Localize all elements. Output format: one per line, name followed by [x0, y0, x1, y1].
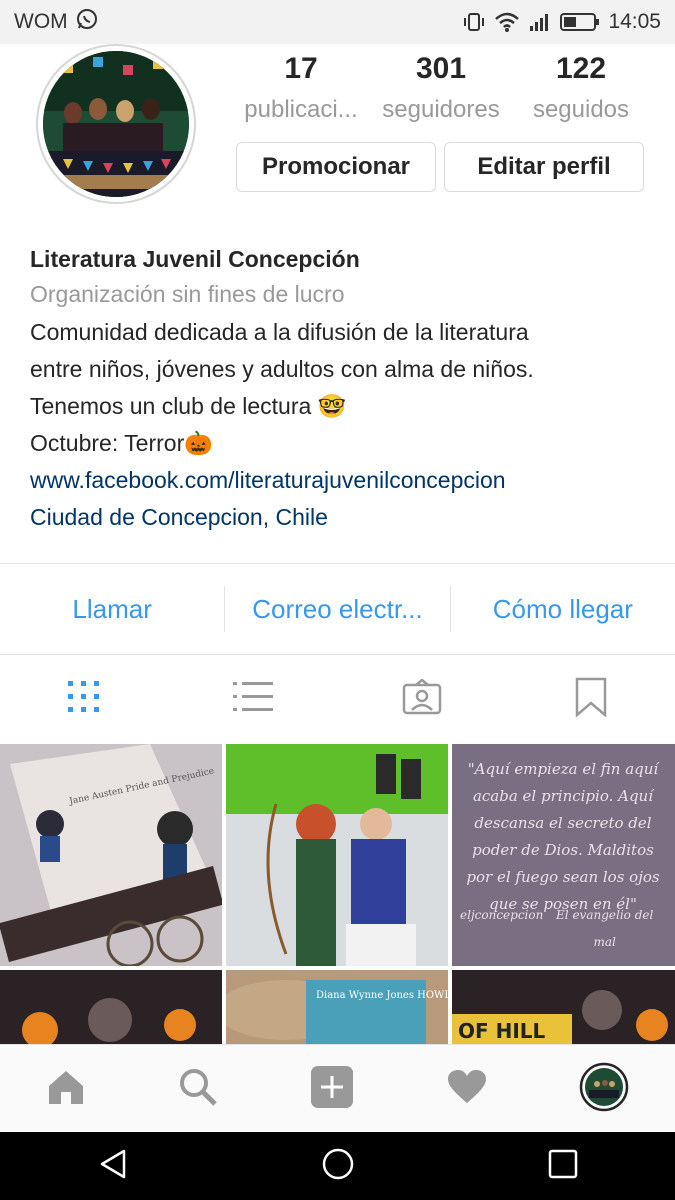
clock-label: 14:05 [608, 10, 661, 33]
directions-button[interactable]: Cómo llegar [451, 594, 675, 625]
signal-icon [528, 11, 552, 33]
book-cover-text: OF HILL [458, 1019, 546, 1043]
post-thumbnail[interactable] [0, 970, 222, 1044]
quote-post-text: "Aquí empieza el fin aquí acaba el princ… [452, 744, 674, 966]
stat-posts-value: 17 [284, 52, 318, 85]
home-icon[interactable] [46, 1068, 86, 1111]
status-bar: WOM 14:05 [0, 0, 675, 44]
bio-line: Comunidad dedicada a la difusión de la l… [30, 319, 529, 345]
search-icon[interactable] [178, 1067, 218, 1112]
edit-profile-button[interactable]: Editar perfil [444, 142, 644, 192]
carrier-label: WOM [14, 10, 68, 33]
whatsapp-icon [76, 8, 98, 36]
call-button[interactable]: Llamar [0, 594, 224, 625]
profile-avatar[interactable] [36, 44, 196, 204]
tab-saved[interactable] [506, 656, 675, 742]
website-link[interactable]: www.facebook.com/literaturajuvenilconcep… [30, 462, 650, 499]
quote-handle: eljconcepcion [460, 908, 544, 922]
heart-icon[interactable] [447, 1069, 487, 1110]
stat-posts-label: publicaci... [244, 96, 358, 123]
grid-icon [67, 680, 101, 719]
stat-followers-label: seguidores [382, 96, 500, 123]
location-link[interactable]: Ciudad de Concepcion, Chile [30, 499, 650, 536]
post-thumbnail[interactable]: Jane Austen Pride and Prejudice [0, 744, 222, 966]
profile-view-tabs [0, 656, 675, 742]
bio-line: Tenemos un club de lectura 🤓 [30, 393, 347, 419]
home-circle-icon[interactable] [321, 1147, 355, 1186]
back-icon[interactable] [96, 1147, 130, 1186]
system-navigation-bar [0, 1132, 675, 1200]
promote-button[interactable]: Promocionar [236, 142, 436, 192]
quote-post-thumbnail[interactable]: "Aquí empieza el fin aquí acaba el princ… [452, 744, 675, 966]
quote-source: El evangelio del mal [556, 908, 654, 949]
quote-text: "Aquí empieza el fin aquí acaba el princ… [466, 760, 660, 913]
add-post-icon[interactable] [310, 1065, 354, 1114]
bio-line: entre niños, jóvenes y adultos con alma … [30, 356, 534, 382]
stat-following-value: 122 [555, 52, 607, 85]
stat-followers[interactable]: 301 seguidores [376, 52, 506, 124]
stat-posts[interactable]: 17 publicaci... [236, 52, 366, 124]
profile-name: Literatura Juvenil Concepción [30, 246, 360, 272]
post-grid: Jane Austen Pride and Prejudice "Aquí em… [0, 744, 675, 1044]
list-icon [233, 680, 274, 719]
tab-list[interactable] [169, 656, 338, 742]
bookmark-icon [575, 677, 607, 722]
wifi-icon [494, 11, 520, 33]
post-thumbnail[interactable]: Diana Wynne Jones HOWL'S MOVING CASTLE [226, 970, 448, 1044]
book-cover-text: Diana Wynne Jones HOWL'S MOVING CASTLE [316, 990, 448, 1001]
recents-icon[interactable] [547, 1148, 579, 1185]
bio-line: Octubre: Terror🎃 [30, 430, 213, 456]
stat-followers-value: 301 [415, 52, 467, 85]
profile-category: Organización sin fines de lucro [30, 281, 345, 307]
vibrate-icon [462, 11, 486, 33]
profile-stats: 17 publicaci... 301 seguidores 122 segui… [236, 52, 646, 124]
bottom-navigation [0, 1044, 675, 1133]
stat-following[interactable]: 122 seguidos [516, 52, 646, 124]
tab-grid[interactable] [0, 656, 169, 742]
stat-following-label: seguidos [532, 96, 630, 123]
email-button[interactable]: Correo electr... [225, 594, 449, 625]
divider [0, 654, 675, 655]
profile-header: 17 publicaci... 301 seguidores 122 segui… [0, 44, 675, 224]
tab-tagged[interactable] [338, 656, 507, 742]
tagged-person-icon [402, 677, 442, 720]
post-thumbnail[interactable]: OF HILL [452, 970, 675, 1044]
battery-icon [560, 11, 600, 33]
post-thumbnail[interactable] [226, 744, 448, 966]
contact-actions: Llamar Correo electr... Cómo llegar [0, 564, 675, 654]
profile-bio: Literatura Juvenil Concepción Organizaci… [30, 246, 650, 536]
profile-tab-avatar[interactable] [579, 1062, 629, 1117]
